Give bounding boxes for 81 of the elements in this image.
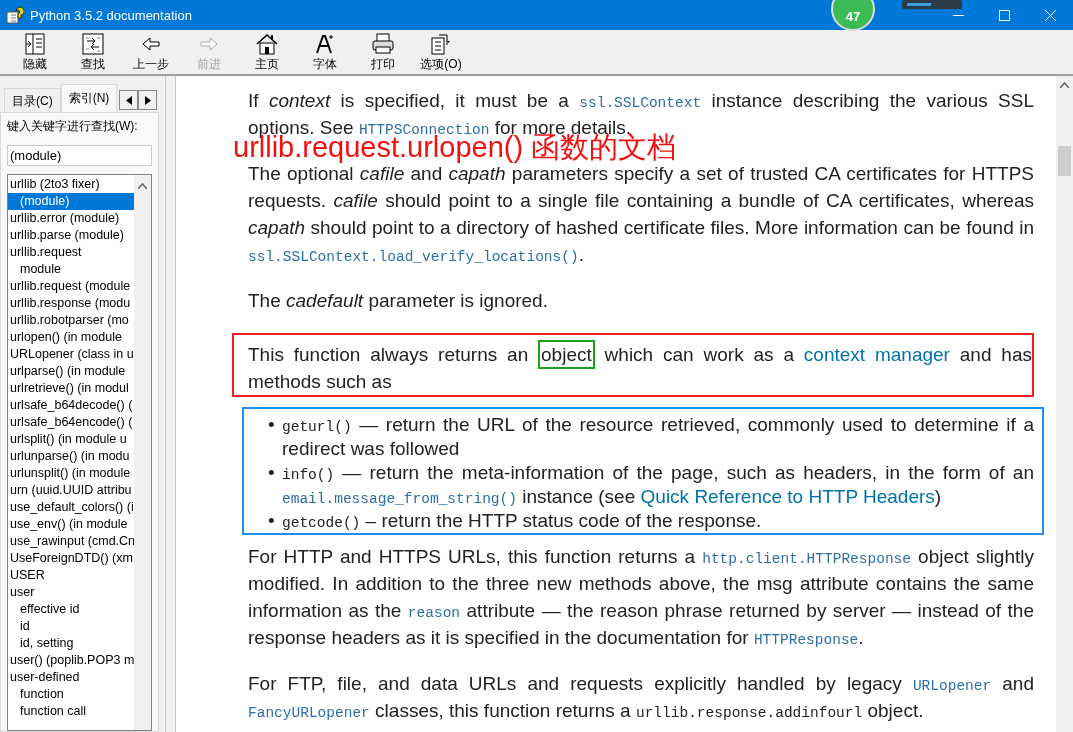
code-link[interactable]: ssl.SSLContext.load_verify_locations() (248, 249, 579, 265)
window-title: Python 3.5.2 documentation (30, 7, 192, 23)
code-link[interactable]: FancyURLopener (248, 705, 370, 721)
toolbar-button[interactable]: 上一步 (122, 30, 180, 74)
index-entry[interactable]: effective id (8, 601, 134, 618)
code-link[interactable]: reason (407, 605, 461, 621)
toolbar-button[interactable]: 选项(O) (412, 30, 470, 74)
scroll-thumb[interactable] (1058, 146, 1071, 176)
index-entry[interactable]: urllib (2to3 fixer) (8, 176, 134, 193)
toolbar-button[interactable]: 字体 (296, 30, 354, 74)
index-entry[interactable]: urlunparse() (in modu (8, 448, 134, 465)
toolbar-button[interactable]: 隐藏 (6, 30, 64, 74)
index-entry[interactable]: function call (8, 703, 134, 720)
toolbar-button[interactable]: 查找 (64, 30, 122, 74)
index-entry[interactable]: use_default_colors() (i (8, 499, 134, 516)
index-entry[interactable]: urllib.parse (module) (8, 227, 134, 244)
index-entry[interactable]: urllib.error (module) (8, 210, 134, 227)
meter-widget (902, 0, 962, 9)
tab[interactable]: 目录(C) (4, 88, 61, 112)
scroll-right-button[interactable] (138, 90, 158, 110)
code-link[interactable]: http.client.HTTPResponse (702, 551, 912, 567)
help-file-icon (6, 6, 24, 24)
index-entry[interactable]: use_env() (in module (8, 516, 134, 533)
index-entry[interactable]: user (8, 584, 134, 601)
index-entry[interactable]: urlsafe_b64encode() ( (8, 414, 134, 431)
options-icon (429, 31, 453, 56)
index-entry[interactable]: urllib.request (8, 244, 134, 261)
paragraph: For HTTP and HTTPS URLs, this function returns a http.client.HTTPResponse object slightly modified. In addition to the three new methods above, the msg attribute contains the same information as the reason attribute — the reason phrase returned by server — instead of the response headers as it is specified in the documentation for HTTPResponse. (248, 545, 1034, 650)
index-entry[interactable]: id, setting (8, 635, 134, 652)
close-icon[interactable] (1044, 9, 1056, 21)
tab[interactable]: 索引(N) (60, 84, 118, 112)
index-entry[interactable]: (module) (8, 193, 134, 210)
code-link[interactable]: URLopener (912, 678, 992, 694)
index-entry[interactable]: urlretrieve() (in modul (8, 380, 134, 397)
scroll-up-icon[interactable] (138, 183, 147, 189)
index-entry[interactable]: user() (poplib.POP3 m (8, 652, 134, 669)
paragraph: For FTP, file, and data URLs and requests explicitly handled by legacy URLopener and FancyURLopener classes, this function returns a urllib.response.addinfourl object. (248, 672, 1034, 723)
index-entry[interactable]: urllib.request (module (8, 278, 134, 295)
scroll-up-icon[interactable] (1060, 82, 1069, 88)
pane-icon (23, 31, 47, 56)
maximize-icon[interactable] (998, 9, 1010, 21)
paragraph: This function always returns an object which can work as a context manager and has methods such as (248, 341, 1032, 395)
link[interactable]: context manager (803, 344, 950, 365)
list-item: info() — return the meta-information of the page, such as headers, in the form of an email.message_from_string() instance (see Quick Reference to HTTP Headers) (282, 461, 1034, 509)
list-bullet: • (268, 461, 276, 485)
index-entry[interactable]: urn (uuid.UUID attribu (8, 482, 134, 499)
list-item: geturl() — return the URL of the resource retrieved, commonly used to determine if a redirect was followed (282, 413, 1034, 461)
index-entry[interactable]: urllib.response (modu (8, 295, 134, 312)
search-label: 键入关键字进行查找(W): (7, 118, 139, 135)
index-entry[interactable]: urlsplit() (in module u (8, 431, 134, 448)
index-entry[interactable]: urlsafe_b64decode() ( (8, 397, 134, 414)
code-link[interactable]: email.message_from_string() (282, 491, 517, 507)
toolbar-button[interactable]: 打印 (354, 30, 412, 74)
code-link[interactable]: HTTPResponse (753, 632, 859, 648)
paragraph: The optional cafile and capath parameters specify a set of trusted CA certificates for HTTPS requests. cafile should point to a single file containing a bundle of CA certificates, whereas capath should point to a directory of hashed certificate files. More information can be found in ssl.SSLContext.load_verify_locations(). (248, 163, 1034, 267)
paragraph: The cadefault parameter is ignored. (248, 289, 549, 313)
index-entry[interactable]: user-defined (8, 669, 134, 686)
index-entry[interactable]: USER (8, 567, 134, 584)
search-field[interactable]: (module) (7, 145, 152, 166)
index-entry[interactable]: URLopener (class in u (8, 346, 134, 363)
index-entry[interactable]: urlopen() (in module (8, 329, 134, 346)
code-link[interactable]: ssl.SSLContext (579, 95, 702, 111)
scroll-left-button[interactable] (119, 90, 139, 110)
home-icon (255, 31, 279, 56)
printer-icon (371, 31, 395, 56)
list-item: getcode() – return the HTTP status code of the response. (282, 509, 763, 533)
index-entry[interactable]: id (8, 618, 134, 635)
index-entry[interactable]: function (8, 686, 134, 703)
toolbar-button[interactable]: 主页 (238, 30, 296, 74)
right-arrow-icon (144, 95, 151, 105)
index-entry[interactable]: module (8, 261, 134, 278)
index-entry[interactable]: use_rawinput (cmd.Cn (8, 533, 134, 550)
index-entry[interactable]: urlunsplit() (in module (8, 465, 134, 482)
arrows-icon (81, 31, 105, 56)
index-entry[interactable]: UseForeignDTD() (xm (8, 550, 134, 567)
link[interactable]: Quick Reference to HTTP Headers (640, 486, 935, 507)
left-arrow-icon (125, 95, 132, 105)
index-entry[interactable]: urlparse() (in module (8, 363, 134, 380)
list-bullet: • (268, 413, 276, 437)
list-bullet: • (268, 509, 276, 533)
index-entry[interactable]: urllib.robotparser (mo (8, 312, 134, 329)
